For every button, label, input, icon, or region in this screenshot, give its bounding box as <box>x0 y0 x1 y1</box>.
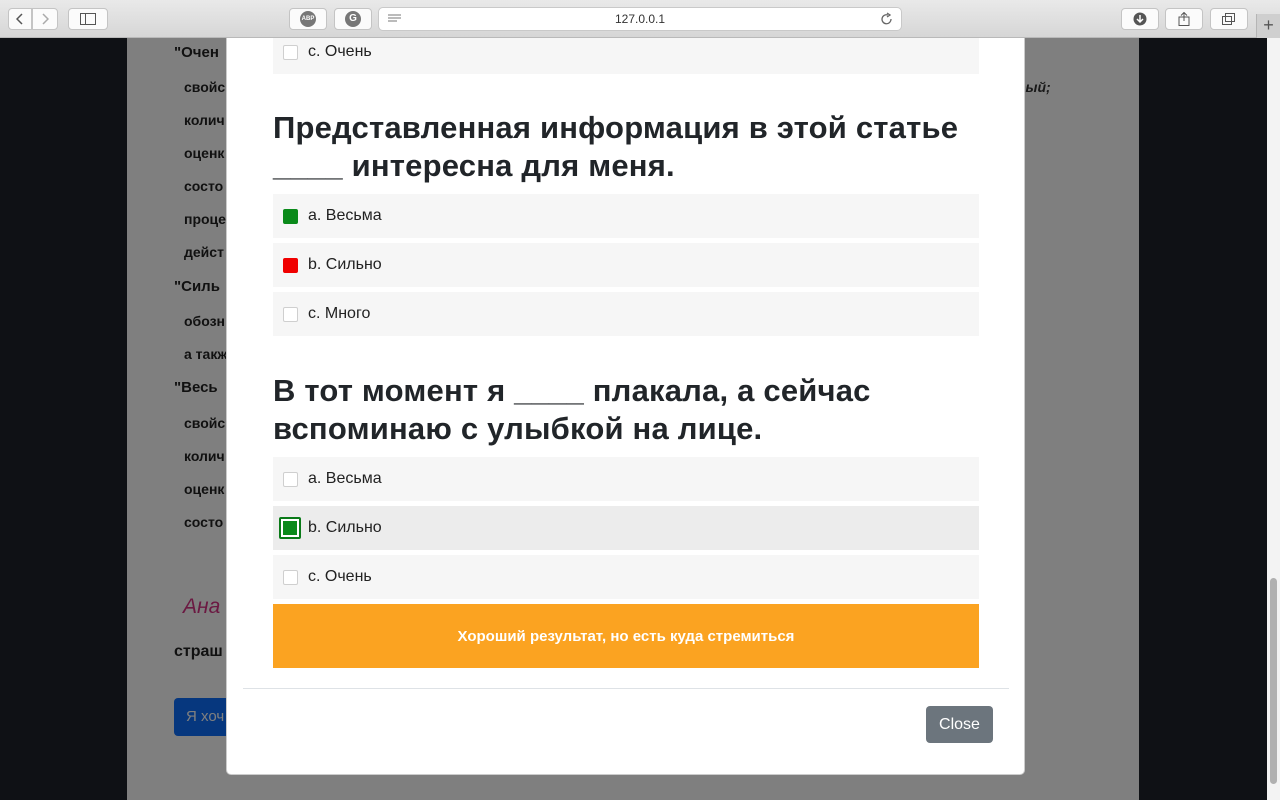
adblock-icon: ABP <box>300 11 316 27</box>
answer-label: c. Много <box>308 305 371 322</box>
answer-option[interactable]: c. Много <box>273 292 979 336</box>
plus-icon: + <box>1263 15 1274 35</box>
tabs-overview-button[interactable] <box>1210 8 1248 30</box>
adblock-button[interactable]: ABP <box>289 8 327 30</box>
close-button[interactable]: Close <box>926 706 993 743</box>
share-button[interactable] <box>1165 8 1203 30</box>
sidebar-button[interactable] <box>68 8 108 30</box>
answer-option[interactable]: c. Очень <box>273 555 979 599</box>
back-icon <box>16 13 23 25</box>
answer-option-correct[interactable]: a. Весьма <box>273 194 979 238</box>
answer-option-correct-selected[interactable]: b. Сильно <box>273 506 979 550</box>
back-button[interactable] <box>8 8 32 30</box>
checkbox[interactable] <box>283 44 298 60</box>
answer-label: b. Сильно <box>308 256 382 273</box>
answer-option[interactable]: c. Очень <box>273 38 979 74</box>
answer-label: b. Сильно <box>308 519 382 536</box>
answer-label: c. Очень <box>308 43 372 60</box>
tabs-icon <box>1222 13 1235 25</box>
answer-option-wrong[interactable]: b. Сильно <box>273 243 979 287</box>
reload-icon[interactable] <box>880 12 893 26</box>
forward-icon <box>42 13 49 25</box>
answer-label: a. Весьма <box>308 470 382 487</box>
checkbox-correct[interactable] <box>283 208 298 224</box>
question-line: В тот момент я ____ плакала, а сейчас <box>273 373 871 408</box>
page-scrollbar[interactable] <box>1267 38 1280 800</box>
checkbox[interactable] <box>283 471 298 487</box>
downloads-button[interactable] <box>1121 8 1159 30</box>
checkbox[interactable] <box>283 306 298 322</box>
quiz-results-modal: c. Очень Представленная информация в это… <box>226 38 1025 775</box>
scrollbar-thumb[interactable] <box>1270 578 1277 784</box>
grammarly-icon: G <box>345 11 361 27</box>
sidebar-icon <box>80 13 96 25</box>
answer-label: a. Весьма <box>308 207 382 224</box>
new-tab-button[interactable]: + <box>1256 14 1280 38</box>
question-2-text: В тот момент я ____ плакала, а сейчас вс… <box>273 372 993 448</box>
url-text: 127.0.0.1 <box>614 12 666 26</box>
browser-toolbar: ABP G 127.0.0.1 + <box>0 0 1280 38</box>
forward-button[interactable] <box>32 8 58 30</box>
answer-label: c. Очень <box>308 568 372 585</box>
address-bar[interactable]: 127.0.0.1 <box>378 7 902 31</box>
answer-option[interactable]: a. Весьма <box>273 457 979 501</box>
result-banner: Хороший результат, но есть куда стремить… <box>273 604 979 668</box>
question-line: Представленная информация в этой статье <box>273 110 959 145</box>
checkbox-correct-selected[interactable] <box>279 517 301 539</box>
modal-footer-divider <box>243 688 1009 689</box>
checkbox[interactable] <box>283 569 298 585</box>
grammarly-button[interactable]: G <box>334 8 372 30</box>
share-icon <box>1178 12 1190 26</box>
download-icon <box>1133 12 1147 26</box>
question-1-text: Представленная информация в этой статье … <box>273 109 993 185</box>
checkbox-wrong[interactable] <box>283 257 298 273</box>
question-line: ____ интересна для меня. <box>273 148 675 183</box>
question-line: вспоминаю с улыбкой на лице. <box>273 411 763 446</box>
